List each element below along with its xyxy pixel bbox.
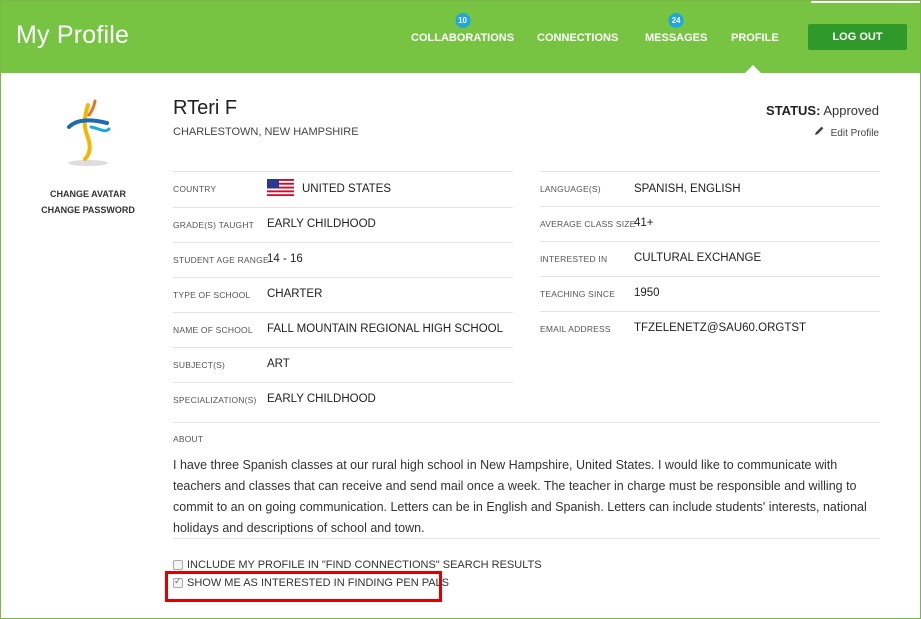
- field-label: EMAIL ADDRESS: [540, 324, 611, 334]
- field-school-name: NAME OF SCHOOL FALL MOUNTAIN REGIONAL HI…: [173, 312, 513, 347]
- field-value: TFZELENETZ@SAU60.ORGTST: [634, 322, 807, 334]
- field-value: EARLY CHILDHOOD: [267, 393, 376, 405]
- edit-profile-label: Edit Profile: [830, 128, 879, 139]
- logout-button[interactable]: LOG OUT: [808, 24, 907, 50]
- field-school-type: TYPE OF SCHOOL CHARTER: [173, 277, 513, 312]
- field-value: 1950: [634, 287, 660, 299]
- profile-name: RTeri F: [173, 97, 238, 119]
- field-label: INTERESTED IN: [540, 254, 608, 264]
- nav-profile[interactable]: PROFILE: [731, 32, 779, 44]
- top-header: My Profile 10 COLLABORATIONS CONNECTIONS…: [1, 1, 920, 74]
- messages-count-badge: 24: [668, 13, 684, 28]
- field-grades: GRADE(S) TAUGHT EARLY CHILDHOOD: [173, 207, 513, 242]
- field-email: EMAIL ADDRESS TFZELENETZ@SAU60.ORGTST: [540, 311, 880, 346]
- nav-collaborations[interactable]: 10 COLLABORATIONS: [411, 13, 515, 44]
- field-label: LANGUAGE(S): [540, 184, 601, 194]
- header-notch: [811, 1, 920, 3]
- field-label: TYPE OF SCHOOL: [173, 290, 251, 300]
- profile-location: CHARLESTOWN, NEW HAMPSHIRE: [173, 126, 359, 138]
- field-country: COUNTRY UNITED STATES: [173, 171, 513, 206]
- app-frame: My Profile 10 COLLABORATIONS CONNECTIONS…: [0, 0, 921, 619]
- us-flag-icon: [267, 179, 294, 196]
- field-value: ART: [267, 358, 290, 370]
- field-value: SPANISH, ENGLISH: [634, 183, 741, 195]
- about-label: ABOUT: [173, 434, 204, 444]
- field-value: CULTURAL EXCHANGE: [634, 252, 762, 264]
- active-tab-caret: [744, 65, 762, 74]
- include-in-search-option[interactable]: INCLUDE MY PROFILE IN "FIND CONNECTIONS"…: [173, 559, 542, 571]
- field-label: GRADE(S) TAUGHT: [173, 220, 255, 230]
- nav-connections[interactable]: CONNECTIONS: [537, 32, 618, 44]
- field-label: SUBJECT(S): [173, 360, 226, 370]
- highlight-box: [165, 571, 442, 602]
- field-value: FALL MOUNTAIN REGIONAL HIGH SCHOOL: [267, 323, 504, 335]
- field-value: CHARTER: [267, 288, 323, 300]
- change-avatar-link[interactable]: CHANGE AVATAR: [23, 189, 153, 199]
- nav-messages[interactable]: 24 MESSAGES: [645, 13, 708, 44]
- nav-profile-label: PROFILE: [731, 32, 779, 44]
- field-label: COUNTRY: [173, 184, 217, 194]
- avatar-logo-icon: [67, 99, 111, 166]
- page-title: My Profile: [16, 21, 130, 49]
- avatar: [61, 97, 117, 167]
- pencil-icon: [814, 125, 825, 139]
- field-value: 41+: [634, 217, 654, 229]
- field-languages: LANGUAGE(S) SPANISH, ENGLISH: [540, 171, 880, 206]
- divider: [173, 538, 880, 539]
- about-text: I have three Spanish classes at our rura…: [173, 458, 867, 535]
- include-in-search-label: INCLUDE MY PROFILE IN "FIND CONNECTIONS"…: [187, 559, 542, 571]
- field-label: NAME OF SCHOOL: [173, 325, 253, 335]
- collaborations-count-badge: 10: [455, 13, 471, 28]
- status-label: STATUS:: [766, 103, 821, 118]
- field-value: EARLY CHILDHOOD: [267, 218, 376, 230]
- field-subjects: SUBJECT(S) ART: [173, 347, 513, 382]
- field-value: 14 - 16: [267, 253, 303, 265]
- field-label: AVERAGE CLASS SIZE: [540, 219, 636, 229]
- nav-collaborations-label: COLLABORATIONS: [411, 32, 515, 44]
- edit-profile-link[interactable]: Edit Profile: [781, 125, 879, 139]
- field-interested-in: INTERESTED IN CULTURAL EXCHANGE: [540, 241, 880, 276]
- status-badge: STATUS: Approved: [741, 103, 879, 118]
- field-age-range: STUDENT AGE RANGE 14 - 16: [173, 242, 513, 277]
- field-class-size: AVERAGE CLASS SIZE 41+: [540, 206, 880, 241]
- divider: [173, 422, 880, 423]
- field-value: UNITED STATES: [267, 179, 391, 196]
- field-teaching-since: TEACHING SINCE 1950: [540, 276, 880, 311]
- field-label: SPECIALIZATION(S): [173, 395, 257, 405]
- nav-messages-label: MESSAGES: [645, 32, 708, 44]
- status-value: Approved: [823, 103, 879, 118]
- field-label: STUDENT AGE RANGE: [173, 255, 269, 265]
- nav-connections-label: CONNECTIONS: [537, 32, 619, 44]
- include-in-search-checkbox[interactable]: [173, 560, 183, 570]
- change-password-link[interactable]: CHANGE PASSWORD: [23, 205, 153, 215]
- field-label: TEACHING SINCE: [540, 289, 616, 299]
- field-specialization: SPECIALIZATION(S) EARLY CHILDHOOD: [173, 382, 513, 417]
